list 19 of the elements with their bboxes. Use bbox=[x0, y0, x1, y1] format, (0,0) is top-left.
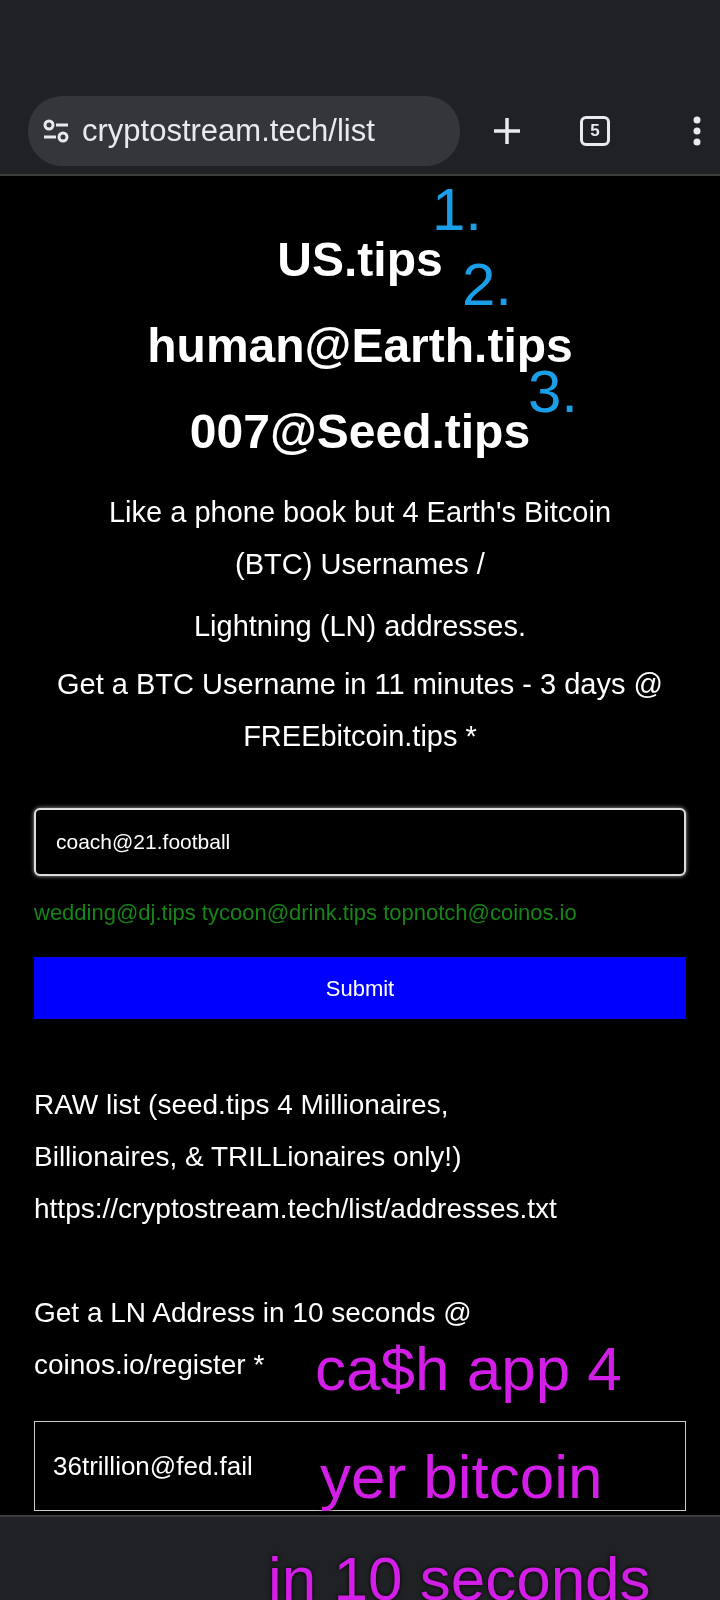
tab-count[interactable]: 5 bbox=[580, 116, 610, 146]
raw-list-text: RAW list (seed.tips 4 Millionaires, Billionaires, & TRILLionaires only!) bbox=[34, 1088, 463, 1174]
url-text[interactable]: cryptostream.tech/list bbox=[82, 107, 375, 155]
submit-button[interactable]: Submit bbox=[34, 957, 686, 1019]
intro-text: Lightning (LN) addresses. bbox=[192, 609, 528, 644]
new-tab-icon[interactable] bbox=[492, 116, 522, 146]
list-link[interactable]: https://cryptostream.tech/list/addresses.txt bbox=[34, 1183, 686, 1235]
ln-address-text: Get a LN Address in 10 seconds @ bbox=[34, 1296, 472, 1330]
annotation-number: 2. bbox=[462, 255, 513, 315]
address-bar[interactable]: cryptostream.tech/list bbox=[28, 96, 460, 166]
username-field[interactable]: coach@21.football bbox=[34, 808, 686, 876]
example-addresses: wedding@dj.tips tycoon@drink.tips topnotch@coinos.io bbox=[34, 899, 578, 927]
site-title: 007@Seed.tips bbox=[189, 408, 531, 456]
site-settings-icon[interactable] bbox=[42, 119, 70, 143]
intro-text: Like a phone book but 4 Earth's Bitcoin (BTC) Usernames / bbox=[107, 495, 613, 582]
ln-address-text: coinos.io/register * bbox=[34, 1348, 265, 1382]
annotation-caption: in 10 seconds bbox=[268, 1548, 651, 1600]
intro-text: Get a BTC Username in 11 minutes - 3 days @ FREEbitcoin.tips * bbox=[56, 667, 664, 754]
menu-icon[interactable] bbox=[692, 116, 702, 146]
